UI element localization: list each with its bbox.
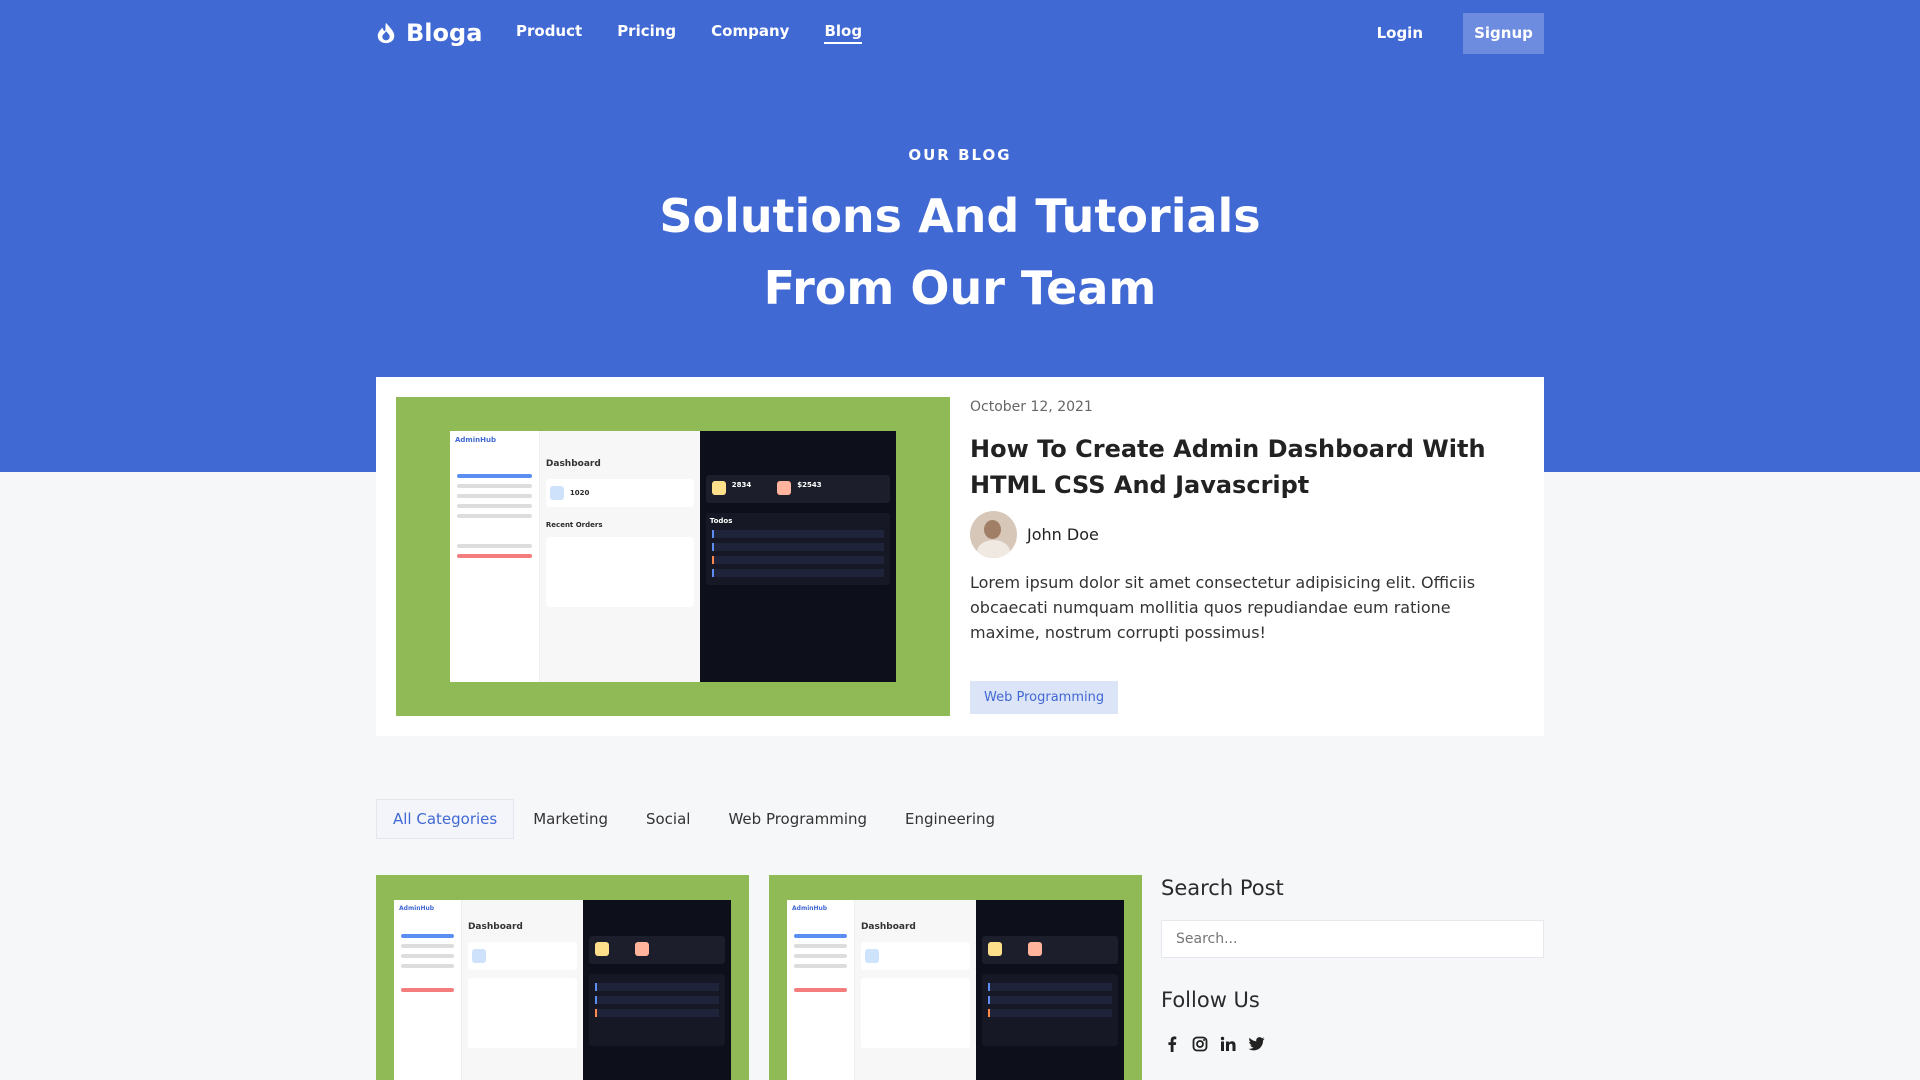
category-all[interactable]: All Categories: [376, 799, 515, 839]
post-date: October 12, 2021: [970, 399, 1093, 415]
post-author[interactable]: John Doe: [970, 511, 1524, 558]
hero-title-line-1: Solutions And Tutorials: [659, 189, 1261, 243]
mock-stat-1: 1020: [569, 489, 590, 497]
brand-logo[interactable]: Bloga: [376, 19, 516, 47]
nav-pricing[interactable]: Pricing: [617, 22, 676, 44]
post-title[interactable]: How To Create Admin Dashboard With HTML …: [970, 431, 1524, 503]
dashboard-screenshot: AdminHub Dashboard: [394, 900, 731, 1080]
mock-dark-panel: 2834 $2543 Todos: [699, 431, 896, 682]
signup-button[interactable]: Signup: [1463, 12, 1544, 54]
search-input[interactable]: [1161, 920, 1544, 958]
linkedin-icon[interactable]: [1219, 1035, 1237, 1053]
auth-links: Login Signup: [1377, 12, 1544, 54]
nav-product[interactable]: Product: [516, 22, 582, 44]
category-filter: All Categories Marketing Social Web Prog…: [376, 799, 1014, 839]
category-engineering[interactable]: Engineering: [886, 799, 1014, 839]
brand-name: Bloga: [406, 19, 483, 47]
nav-company[interactable]: Company: [711, 22, 789, 44]
mock-heading: Dashboard: [467, 922, 523, 932]
main-menu: Product Pricing Company Blog: [516, 22, 863, 44]
flame-icon: [377, 22, 395, 44]
top-navbar: Bloga Product Pricing Company Blog Login…: [376, 12, 1544, 54]
mock-heading: Dashboard: [860, 922, 916, 932]
post-card-image[interactable]: AdminHub Dashboard: [769, 875, 1142, 1080]
login-link[interactable]: Login: [1377, 24, 1423, 42]
instagram-icon[interactable]: [1191, 1035, 1209, 1053]
mock-app-name: AdminHub: [792, 905, 828, 912]
mock-heading: Dashboard: [545, 459, 601, 469]
search-post-title: Search Post: [1161, 876, 1284, 900]
featured-post-body: October 12, 2021 How To Create Admin Das…: [970, 397, 1524, 716]
featured-post: AdminHub Dashboard 1020 Recent Orders 28…: [376, 377, 1544, 736]
featured-post-image[interactable]: AdminHub Dashboard 1020 Recent Orders 28…: [396, 397, 950, 716]
social-links: [1163, 1035, 1265, 1053]
category-web-programming[interactable]: Web Programming: [709, 799, 886, 839]
mock-main: Dashboard 1020 Recent Orders: [540, 431, 700, 682]
mock-stat-2: 2834: [731, 481, 752, 489]
follow-us-title: Follow Us: [1161, 988, 1260, 1012]
author-avatar: [970, 511, 1017, 558]
mock-stat-3: $2543: [797, 481, 822, 489]
post-excerpt: Lorem ipsum dolor sit amet consectetur a…: [970, 573, 1476, 642]
post-card-image[interactable]: AdminHub Dashboard: [376, 875, 749, 1080]
twitter-icon[interactable]: [1247, 1035, 1265, 1053]
post-category-tag[interactable]: Web Programming: [970, 681, 1119, 714]
mock-app-name: AdminHub: [455, 436, 496, 444]
nav-blog[interactable]: Blog: [824, 22, 863, 44]
mock-recent-orders: Recent Orders: [545, 521, 603, 529]
mock-light-panel: AdminHub Dashboard 1020 Recent Orders: [450, 431, 700, 682]
hero-title-line-2: From Our Team: [763, 261, 1157, 315]
facebook-icon[interactable]: [1163, 1035, 1181, 1053]
mock-app-name: AdminHub: [399, 905, 435, 912]
hero-title: Solutions And Tutorials From Our Team: [560, 180, 1360, 324]
author-name: John Doe: [1027, 525, 1099, 544]
dashboard-screenshot: AdminHub Dashboard: [787, 900, 1124, 1080]
category-social[interactable]: Social: [627, 799, 709, 839]
dashboard-screenshot: AdminHub Dashboard 1020 Recent Orders 28…: [450, 431, 896, 682]
mock-sidebar: AdminHub: [450, 431, 540, 682]
mock-todos: Todos: [709, 517, 733, 525]
hero-eyebrow: OUR BLOG: [908, 146, 1012, 164]
category-marketing[interactable]: Marketing: [514, 799, 627, 839]
